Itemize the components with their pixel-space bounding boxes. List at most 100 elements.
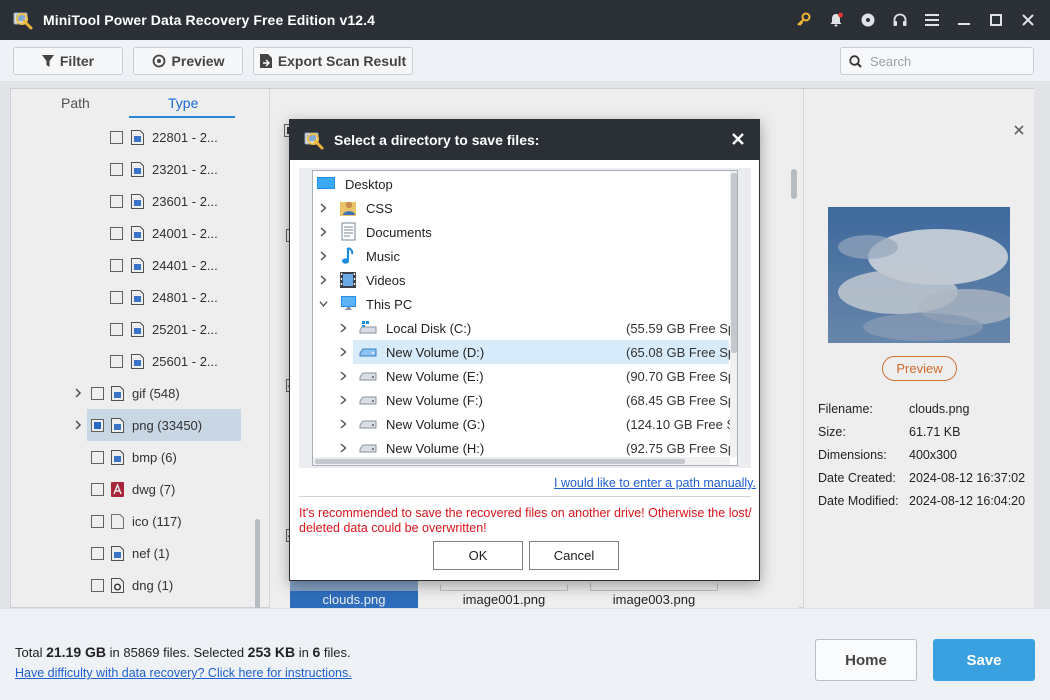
dir-item-drive-f[interactable]: New Volume (F:) (68.45 GB Free Spa — [313, 388, 737, 412]
dialog-title: Select a directory to save files: — [334, 132, 540, 148]
preview-button-label: Preview — [171, 53, 225, 69]
horizontal-scrollbar[interactable] — [313, 457, 730, 465]
app-logo-icon — [13, 12, 33, 30]
save-directory-dialog: Select a directory to save files: Deskto… — [289, 119, 760, 581]
disc-icon[interactable] — [852, 0, 884, 40]
dir-item-label: New Volume (F:) — [386, 393, 483, 408]
summary-text: in 85869 files. Selected — [106, 645, 248, 660]
summary-text: Total — [15, 645, 47, 660]
dir-item-label: New Volume (D:) — [386, 345, 485, 360]
dir-item-label: Music — [366, 249, 400, 264]
search-icon — [849, 54, 862, 68]
dialog-title-bar: Select a directory to save files: — [290, 120, 759, 160]
export-button-label: Export Scan Result — [277, 53, 407, 69]
minimize-icon[interactable] — [948, 0, 980, 40]
dir-item-label: New Volume (G:) — [386, 417, 485, 432]
chevron-right-icon[interactable] — [319, 227, 328, 237]
dir-item-label: New Volume (E:) — [386, 369, 484, 384]
notification-bell-icon[interactable] — [820, 0, 852, 40]
dir-item-free-space: (68.45 GB Free Spa — [626, 393, 738, 408]
overwrite-warning: It's recommended to save the recovered f… — [299, 506, 752, 535]
dir-item-drive-g[interactable]: New Volume (G:) (124.10 GB Free Sp — [313, 412, 737, 436]
dir-item-this-pc[interactable]: This PC — [313, 292, 737, 316]
title-bar: MiniTool Power Data Recovery Free Editio… — [0, 0, 1050, 40]
drive-icon — [359, 396, 377, 405]
dir-item-free-space: (90.70 GB Free Spa — [626, 369, 738, 384]
dir-item-free-space: (65.08 GB Free Spa — [626, 345, 738, 360]
ok-button[interactable]: OK — [433, 541, 523, 570]
desktop-icon — [317, 177, 335, 189]
dir-item-css[interactable]: CSS — [313, 196, 737, 220]
drive-icon — [359, 372, 377, 381]
export-scan-result-button[interactable]: Export Scan Result — [253, 47, 413, 75]
close-icon[interactable] — [1012, 0, 1044, 40]
dir-item-label: CSS — [366, 201, 393, 216]
search-input[interactable] — [870, 53, 1020, 69]
chevron-down-icon[interactable] — [319, 299, 328, 309]
documents-icon — [341, 222, 356, 241]
save-button[interactable]: Save — [933, 639, 1035, 681]
summary-text: in — [295, 645, 313, 660]
dir-item-label: Desktop — [345, 177, 393, 192]
dir-item-desktop[interactable]: Desktop — [313, 172, 737, 196]
filter-button[interactable]: Filter — [13, 47, 123, 75]
directory-tree: Desktop CSS Documents Music Videos This … — [312, 170, 738, 466]
dir-item-music[interactable]: Music — [313, 244, 737, 268]
dir-item-drive-d[interactable]: New Volume (D:) (65.08 GB Free Spa — [313, 340, 737, 364]
dir-item-drive-e[interactable]: New Volume (E:) (90.70 GB Free Spa — [313, 364, 737, 388]
chevron-right-icon[interactable] — [339, 347, 348, 357]
key-icon[interactable] — [788, 0, 820, 40]
drive-icon — [359, 348, 377, 357]
chevron-right-icon[interactable] — [319, 203, 328, 213]
dir-item-free-space: (124.10 GB Free Sp — [626, 417, 738, 432]
chevron-right-icon[interactable] — [339, 419, 348, 429]
horizontal-scroll-thumb[interactable] — [315, 459, 685, 464]
vertical-scrollbar[interactable] — [730, 171, 737, 457]
export-icon — [259, 54, 272, 68]
dialog-close-icon[interactable] — [729, 130, 747, 148]
chevron-right-icon[interactable] — [319, 251, 328, 261]
filter-icon — [41, 55, 54, 67]
system-drive-icon — [359, 321, 377, 334]
dialog-divider — [299, 496, 751, 497]
dir-item-free-space: (55.59 GB Free Spa — [626, 321, 738, 336]
summary-text: files. — [320, 645, 351, 660]
total-size: 21.19 GB — [46, 644, 107, 660]
chevron-right-icon[interactable] — [319, 275, 328, 285]
vertical-scroll-thumb[interactable] — [731, 173, 737, 353]
videos-icon — [340, 272, 356, 288]
menu-icon[interactable] — [916, 0, 948, 40]
scan-summary: Total 21.19 GB in 85869 files. Selected … — [15, 644, 351, 660]
drive-icon — [359, 420, 377, 429]
dir-item-label: Videos — [366, 273, 406, 288]
dir-item-videos[interactable]: Videos — [313, 268, 737, 292]
filter-button-label: Filter — [59, 53, 95, 69]
user-folder-icon — [340, 201, 356, 216]
dir-item-documents[interactable]: Documents — [313, 220, 737, 244]
dir-item-label: This PC — [366, 297, 413, 312]
eye-icon — [152, 54, 165, 68]
footer: Total 21.19 GB in 85869 files. Selected … — [0, 608, 1050, 700]
dir-item-label: Local Disk (C:) — [386, 321, 472, 336]
chevron-right-icon[interactable] — [339, 323, 348, 333]
dir-item-label: Documents — [366, 225, 432, 240]
chevron-right-icon[interactable] — [339, 443, 348, 453]
app-title: MiniTool Power Data Recovery Free Editio… — [43, 12, 375, 28]
headphones-icon[interactable] — [884, 0, 916, 40]
dir-item-label: New Volume (H:) — [386, 441, 485, 456]
music-icon — [342, 247, 354, 264]
computer-icon — [341, 296, 356, 310]
enter-path-manually-link[interactable]: I would like to enter a path manually. — [554, 476, 756, 490]
cancel-button[interactable]: Cancel — [529, 541, 619, 570]
toolbar: Filter Preview Export Scan Result — [0, 40, 1050, 82]
search-box[interactable] — [840, 47, 1034, 75]
dir-item-drive-c[interactable]: Local Disk (C:) (55.59 GB Free Spa — [313, 316, 737, 340]
help-link[interactable]: Have difficulty with data recovery? Clic… — [15, 666, 352, 680]
home-button[interactable]: Home — [815, 639, 917, 681]
maximize-icon[interactable] — [980, 0, 1012, 40]
preview-button[interactable]: Preview — [133, 47, 243, 75]
chevron-right-icon[interactable] — [339, 395, 348, 405]
app-logo-icon — [304, 132, 324, 150]
chevron-right-icon[interactable] — [339, 371, 348, 381]
selected-size: 253 KB — [247, 644, 296, 660]
